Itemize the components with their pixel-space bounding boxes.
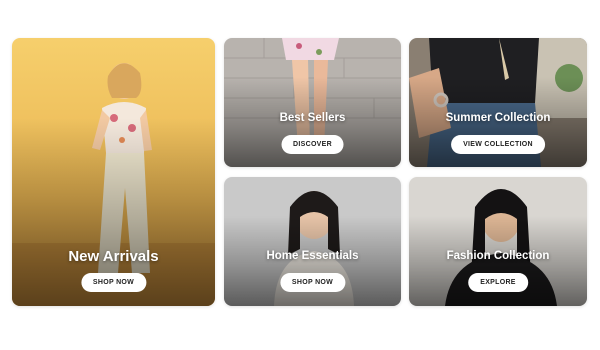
shop-now-button[interactable]: SHOP NOW xyxy=(80,273,147,292)
card-title: New Arrivals xyxy=(68,248,159,265)
card-title: Home Essentials xyxy=(266,250,359,262)
category-card-home-essentials[interactable]: Home Essentials SHOP NOW xyxy=(224,177,401,306)
category-card-fashion-collection[interactable]: Fashion Collection EXPLORE xyxy=(409,177,587,306)
discover-button[interactable]: DISCOVER xyxy=(281,135,344,154)
shop-now-button[interactable]: SHOP NOW xyxy=(279,273,346,292)
view-collection-button[interactable]: VIEW COLLECTION xyxy=(451,135,545,154)
category-card-summer-collection[interactable]: Summer Collection VIEW COLLECTION xyxy=(409,38,587,167)
card-title: Best Sellers xyxy=(279,112,346,124)
card-title: Fashion Collection xyxy=(446,250,550,262)
explore-button[interactable]: EXPLORE xyxy=(468,273,528,292)
card-title: Summer Collection xyxy=(445,112,551,124)
category-card-best-sellers[interactable]: Best Sellers DISCOVER xyxy=(224,38,401,167)
category-card-new-arrivals[interactable]: New Arrivals SHOP NOW xyxy=(12,38,215,306)
